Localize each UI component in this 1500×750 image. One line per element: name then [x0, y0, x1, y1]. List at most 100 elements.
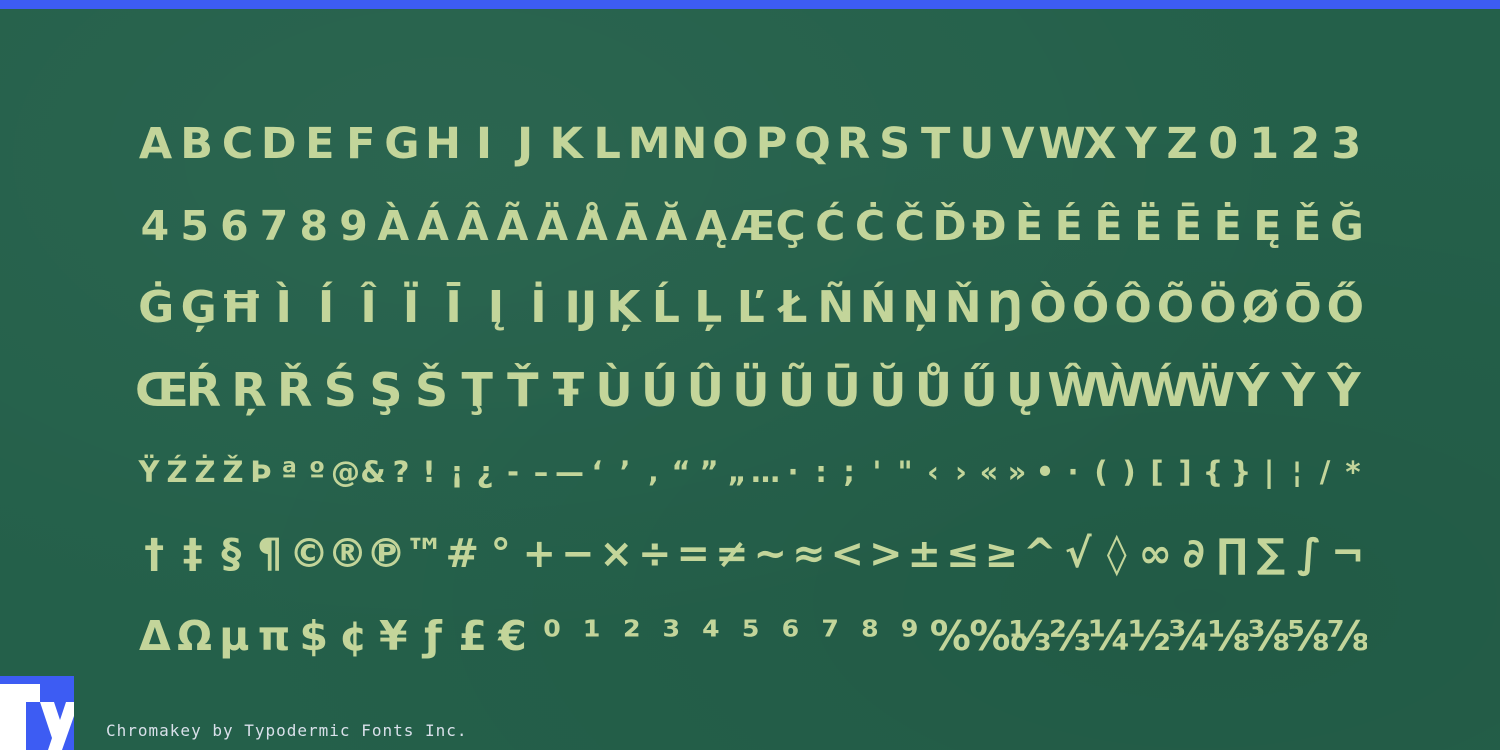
glyph: ⅝: [1287, 611, 1330, 660]
glyph: D: [260, 118, 297, 169]
glyph: Ŷ: [1327, 363, 1361, 417]
glyph: Ö: [1199, 282, 1237, 333]
glyph: ¿: [476, 454, 494, 489]
glyph-row: ABCDEFGHIJKLMNOPQRSTUVWXYZ0123: [135, 103, 1367, 185]
glyph: M: [627, 118, 671, 169]
glyph: √: [1064, 531, 1092, 577]
glyph: Ģ: [180, 282, 217, 333]
glyph-row: Ÿ Ź Ż Ž Þª º @ &?! ¡ ¿ - – — ‘’ ‚ “” „… ·:; ' " ‹ › «» • ·()[]{}…: [135, 431, 1367, 513]
glyph: Ų: [1006, 363, 1044, 417]
glyph: Í: [317, 282, 335, 333]
glyph: R: [837, 118, 871, 169]
glyph: ⁵: [741, 611, 760, 660]
glyph: ‡: [182, 531, 203, 577]
glyph: ⁹: [900, 611, 919, 660]
glyph: ¶: [257, 531, 283, 577]
glyph: 1: [1249, 118, 1280, 169]
glyph: Ě: [1293, 201, 1322, 250]
glyph: Á: [417, 201, 449, 250]
glyph: Ì: [275, 282, 292, 333]
glyph: ¾: [1168, 611, 1211, 660]
glyph: É: [1054, 201, 1083, 250]
glyph: Ü: [732, 363, 770, 417]
glyph: Δ: [139, 611, 171, 660]
glyph: Ĺ: [651, 282, 680, 333]
glyph: 5: [180, 201, 209, 250]
glyph: Ÿ: [138, 454, 160, 489]
glyph: ‰: [969, 611, 1029, 660]
glyph: ⁶: [781, 611, 800, 660]
glyph: Q: [794, 118, 831, 169]
glyph: Ġ: [138, 282, 175, 333]
glyph: Ê: [1094, 201, 1123, 250]
glyph: G: [384, 118, 420, 169]
glyph: 0: [1208, 118, 1239, 169]
glyph: ›: [955, 454, 967, 489]
glyph: =: [676, 531, 710, 577]
glyph: S: [879, 118, 911, 169]
glyph: Ẅ: [1184, 363, 1236, 417]
glyph: 8: [299, 201, 329, 250]
glyph: Ô: [1114, 282, 1152, 333]
glyph: ƒ: [424, 611, 442, 660]
glyph: ³: [662, 611, 681, 660]
glyph: €: [498, 611, 527, 660]
top-accent-bar: [0, 0, 1500, 9]
glyph: Ř: [276, 363, 313, 417]
glyph: ‘: [591, 454, 603, 489]
glyph: Û: [686, 363, 724, 417]
glyph: @: [331, 454, 360, 489]
glyph: ª: [280, 454, 298, 489]
glyph: Œ: [135, 363, 189, 417]
glyph: F: [346, 118, 376, 169]
glyph: Ů: [914, 363, 953, 417]
font-credit: Chromakey by Typodermic Fonts Inc.: [106, 721, 468, 740]
glyph: ·: [787, 454, 799, 489]
glyph: ‹: [927, 454, 939, 489]
glyph: ]: [1178, 454, 1192, 489]
glyph: ≠: [714, 531, 749, 577]
glyph: /: [1319, 454, 1331, 489]
glyph-row: † ‡ § ¶ © ® ℗ ™ # ° + − × ÷ = ≠ ~ ≈ < > ± ≤ ≥ ^ √ ◊ ∞ ∂ ∏ ∑ ∫ ¬: [135, 513, 1367, 595]
glyph: X: [1083, 118, 1117, 169]
glyph: π: [257, 611, 291, 660]
glyph: ™: [404, 531, 445, 577]
glyph: Ũ: [777, 363, 816, 417]
glyph: Ś: [323, 363, 357, 417]
glyph: µ: [219, 611, 250, 660]
glyph: Ď: [932, 201, 967, 250]
glyph: H: [424, 118, 461, 169]
glyph: «: [979, 454, 999, 489]
glyph: ⁰: [543, 611, 562, 660]
glyph: ~: [753, 531, 787, 577]
glyph: ¬: [1330, 531, 1365, 577]
glyph: ⅜: [1247, 611, 1291, 660]
glyph: ÷: [637, 531, 672, 577]
glyph: Ă: [655, 201, 688, 250]
glyph: °: [490, 531, 511, 577]
glyph: ⅛: [1207, 611, 1251, 660]
glyph: -: [506, 454, 520, 489]
glyph: −: [560, 531, 595, 577]
glyph: +: [522, 531, 556, 577]
glyph: Ż: [194, 454, 216, 489]
glyph: ⁴: [702, 611, 721, 660]
glyph: ⁷: [821, 611, 840, 660]
glyph: ;: [843, 454, 855, 489]
glyph: ℗: [366, 531, 406, 577]
glyph-row: ŒŔŖŘŚŞŠŢŤŦÙÚÛÜŨŪŬŮŰŲŴẀẂẄÝỲŶ: [135, 349, 1367, 431]
glyph: ¦: [1291, 454, 1303, 489]
glyph-row: Δ Ωµ π $ ¢ ¥ ƒ £ € ⁰ ¹ ² ³ ⁴ ⁵ ⁶ ⁷ ⁸ ⁹% ‰ ⅓ ⅔ ¼ ½ ¾ ⅛ ⅜ ⅝ ⅞: [135, 595, 1367, 677]
glyph: %: [929, 611, 971, 660]
glyph: L: [593, 118, 621, 169]
glyph: ²: [622, 611, 641, 660]
glyph: ”: [699, 454, 719, 489]
glyph: Ŭ: [869, 363, 907, 417]
glyph: Ø: [1241, 282, 1280, 333]
glyph: Ç: [775, 201, 806, 250]
glyph: ^: [1022, 531, 1057, 577]
glyph: >: [868, 531, 903, 577]
glyph: Ē: [1173, 201, 1202, 250]
glyph: Ã: [496, 201, 529, 250]
glyph: ?: [392, 454, 410, 489]
